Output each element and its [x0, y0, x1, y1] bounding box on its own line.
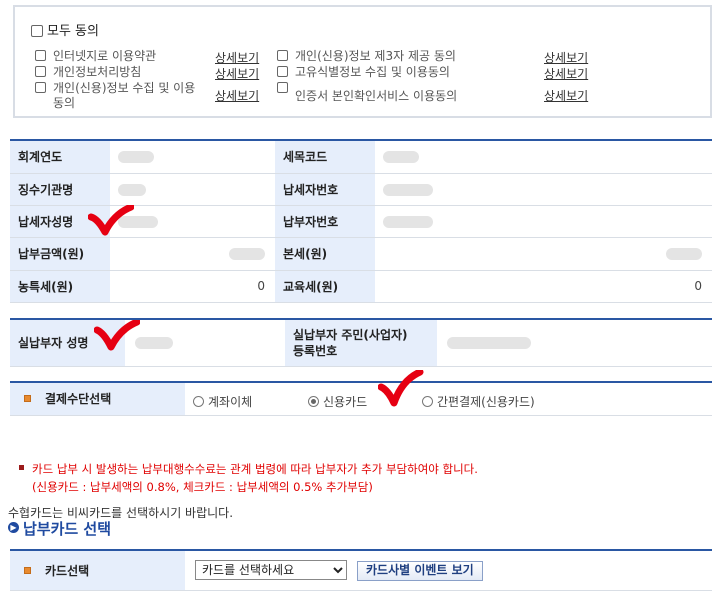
term-label: 인터넷지로 이용약관 [53, 49, 157, 63]
radio-selected-icon[interactable] [308, 396, 319, 407]
payment-method-table: 결제수단선택 계좌이체 신용카드 간편결제(신용카드) [10, 381, 712, 416]
actual-payer-id-label: 실납부자 주민(사업자) 등록번호 [285, 319, 437, 367]
card-event-button[interactable]: 카드사별 이벤트 보기 [357, 560, 483, 581]
taxpayer-no-label: 납세자번호 [275, 173, 375, 206]
arrow-circle-icon: ▶ [8, 522, 19, 533]
detail-link[interactable]: 상세보기 [544, 65, 588, 82]
rural-tax-label: 농특세(원) [10, 270, 110, 303]
card-select-table: 카드선택 카드를 선택하세요 카드사별 이벤트 보기 [10, 549, 712, 591]
checkbox[interactable] [35, 82, 46, 93]
card-section-title: ▶ 납부카드 선택 [8, 518, 111, 539]
notice-line1: 카드 납부 시 발생하는 납부대행수수료는 관계 법령에 따라 납부자가 추가 … [32, 462, 478, 476]
card-select-label-cell: 카드선택 [10, 550, 185, 591]
notice-bullet-icon [19, 465, 24, 470]
option-label: 계좌이체 [208, 395, 253, 409]
actual-payer-id-label-line1: 실납부자 주민(사업자) [293, 327, 408, 342]
taxpayer-no-value [375, 173, 712, 206]
tax-code-label: 세목코드 [275, 140, 375, 174]
radio-icon[interactable] [193, 396, 204, 407]
payment-method-label: 결제수단선택 [45, 392, 112, 407]
term-label: 고유식별정보 수집 및 이용동의 [295, 65, 450, 79]
checkbox[interactable] [35, 50, 46, 61]
amount-label: 납부금액(원) [10, 237, 110, 271]
term-label-line2: 동의 [53, 96, 76, 110]
tax-code-value [375, 140, 712, 174]
checkbox[interactable] [277, 82, 288, 93]
agree-all-checkbox[interactable]: 모두 동의 [31, 20, 99, 39]
payment-method-label-cell: 결제수단선택 [10, 382, 185, 416]
bullet-icon [24, 395, 31, 403]
agree-all-box[interactable] [31, 24, 43, 37]
card-section-title-text: 납부카드 선택 [23, 520, 112, 538]
collector-value [110, 173, 275, 206]
payer-no-value [375, 205, 712, 238]
agreement-panel: 모두 동의 인터넷지로 이용약관 상세보기 개인정보처리방침 상세보기 개인(신… [13, 5, 712, 118]
payment-info-table: 회계연도 세목코드 징수기관명 납세자번호 납세자성명 납부자번호 납부금액(원… [10, 139, 712, 303]
principal-label: 본세(원) [275, 237, 375, 271]
fiscal-year-label: 회계연도 [10, 140, 110, 174]
card-select-label: 카드선택 [45, 563, 90, 578]
edu-tax-value: 0 [375, 270, 712, 303]
detail-link[interactable]: 상세보기 [215, 49, 259, 66]
principal-value [375, 237, 712, 271]
payer-no-label: 납부자번호 [275, 205, 375, 238]
option-label: 신용카드 [323, 395, 368, 409]
detail-link[interactable]: 상세보기 [215, 87, 259, 104]
card-select-cell: 카드를 선택하세요 카드사별 이벤트 보기 [185, 550, 712, 591]
notice-line2: (신용카드 : 납부세액의 0.8%, 체크카드 : 납부세액의 0.5% 추가… [32, 480, 373, 494]
radio-credit-card[interactable]: 신용카드 [308, 393, 367, 410]
detail-link[interactable]: 상세보기 [544, 49, 588, 66]
option-label: 간편결제(신용카드) [437, 395, 535, 409]
fee-notice: 카드 납부 시 발생하는 납부대행수수료는 관계 법령에 따라 납부자가 추가 … [19, 460, 478, 496]
amount-value [110, 237, 275, 271]
actual-payer-name-value [125, 319, 285, 367]
actual-payer-id-label-line2: 등록번호 [293, 343, 338, 358]
taxpayer-name-label: 납세자성명 [10, 205, 110, 238]
radio-bank-transfer[interactable]: 계좌이체 [193, 393, 252, 410]
collector-label: 징수기관명 [10, 173, 110, 206]
card-select-dropdown[interactable]: 카드를 선택하세요 [195, 560, 347, 580]
term-label: 개인(신용)정보 수집 및 이용 [53, 81, 196, 95]
radio-easy-pay[interactable]: 간편결제(신용카드) [422, 393, 535, 410]
checkbox[interactable] [277, 50, 288, 61]
actual-payer-id-value [437, 319, 712, 367]
checkbox[interactable] [35, 66, 46, 77]
payment-method-options: 계좌이체 신용카드 간편결제(신용카드) [185, 382, 712, 416]
detail-link[interactable]: 상세보기 [215, 65, 259, 82]
actual-payer-table: 실납부자 성명 실납부자 주민(사업자) 등록번호 [10, 318, 712, 367]
detail-link[interactable]: 상세보기 [544, 87, 588, 104]
term-label: 인증서 본인확인서비스 이용동의 [295, 89, 458, 103]
bullet-icon [24, 566, 31, 574]
actual-payer-name-label: 실납부자 성명 [10, 319, 125, 367]
radio-icon[interactable] [422, 396, 433, 407]
fiscal-year-value [110, 140, 275, 174]
agree-all-label: 모두 동의 [47, 24, 99, 39]
taxpayer-name-value [110, 205, 275, 238]
edu-tax-label: 교육세(원) [275, 270, 375, 303]
term-label: 개인(신용)정보 제3자 제공 동의 [295, 49, 456, 63]
term-label: 개인정보처리방침 [53, 65, 142, 79]
rural-tax-value: 0 [110, 270, 275, 303]
checkbox[interactable] [277, 66, 288, 77]
